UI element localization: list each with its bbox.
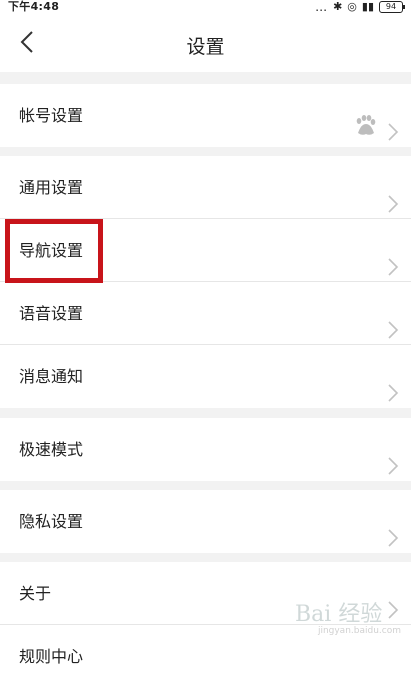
- settings-row-account[interactable]: 帐号设置: [0, 84, 411, 147]
- row-label: 消息通知: [19, 367, 84, 386]
- page-title: 设置: [186, 36, 225, 58]
- chevron-right-icon: [387, 303, 399, 339]
- highlight-annotation-box: [5, 219, 103, 283]
- chevron-right-icon: [387, 511, 399, 547]
- row-label: 帐号设置: [19, 106, 84, 125]
- status-time: 下午4:48: [8, 0, 60, 13]
- battery-icon: 94: [379, 1, 405, 13]
- settings-row-general[interactable]: 通用设置: [0, 156, 411, 219]
- chevron-right-icon: [387, 177, 399, 213]
- settings-row-speed-mode[interactable]: 极速模式: [0, 418, 411, 481]
- watermark-logo: Bai 经验: [295, 602, 383, 627]
- navigation-bar: 设置: [0, 14, 411, 72]
- paw-avatar-icon: [356, 115, 376, 135]
- chevron-right-icon: [387, 240, 399, 276]
- row-label: 关于: [19, 584, 52, 603]
- row-label: 隐私设置: [19, 512, 84, 531]
- settings-row-voice[interactable]: 语音设置: [0, 282, 411, 345]
- chevron-right-icon: [387, 366, 399, 402]
- watermark-url: jingyan.baidu.com: [317, 626, 401, 636]
- chevron-right-icon: [387, 105, 399, 141]
- avatar: [352, 102, 378, 135]
- settings-row-privacy[interactable]: 隐私设置: [0, 490, 411, 553]
- status-bar: 下午4:48 … ✱ ◎ ▮▮ 94: [0, 0, 411, 14]
- settings-group-privacy: 隐私设置: [0, 490, 411, 553]
- bluetooth-icon: ✱: [333, 0, 343, 13]
- signal-icon: ▮▮: [361, 0, 374, 13]
- alarm-icon: ◎: [347, 0, 357, 13]
- row-label: 通用设置: [19, 178, 84, 197]
- row-label: 语音设置: [19, 304, 84, 323]
- more-dots-icon: …: [315, 0, 329, 14]
- settings-row-notifications[interactable]: 消息通知: [0, 345, 411, 408]
- row-label: 极速模式: [19, 440, 84, 459]
- baidu-jingyan-watermark: Bai 经验 jingyan.baidu.com: [295, 596, 405, 636]
- settings-group-account: 帐号设置: [0, 84, 411, 147]
- status-icons: … ✱ ◎ ▮▮ 94: [315, 0, 405, 14]
- settings-group-speed: 极速模式: [0, 418, 411, 481]
- chevron-right-icon: [387, 439, 399, 475]
